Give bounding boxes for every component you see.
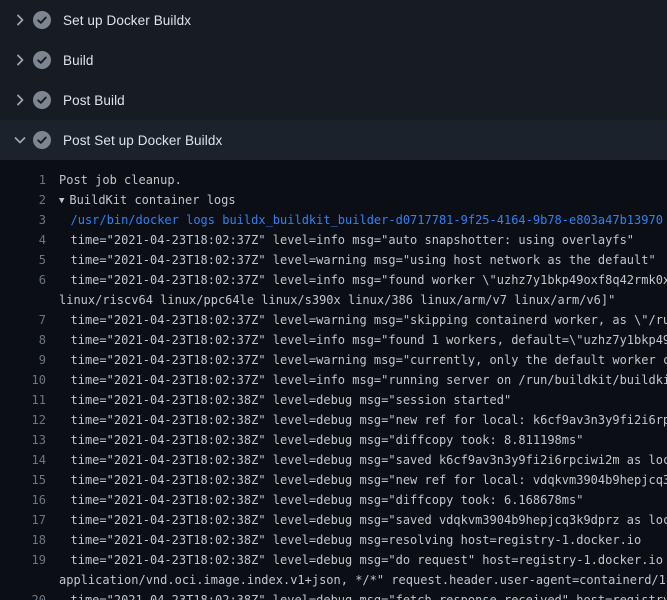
- log-text: ▼ BuildKit container logs: [46, 190, 236, 210]
- line-number[interactable]: 19: [0, 550, 46, 570]
- line-number[interactable]: 17: [0, 510, 46, 530]
- step-header-post-build[interactable]: Post Build: [0, 80, 667, 120]
- log-text: linux/riscv64 linux/ppc64le linux/s390x …: [46, 290, 615, 310]
- line-number[interactable]: 9: [0, 350, 46, 370]
- log-line: 18 time="2021-04-23T18:02:38Z" level=deb…: [0, 530, 667, 550]
- line-number[interactable]: 3: [0, 210, 46, 230]
- line-number[interactable]: 1: [0, 170, 46, 190]
- check-circle-icon: [33, 51, 51, 69]
- log-line: 9 time="2021-04-23T18:02:37Z" level=warn…: [0, 350, 667, 370]
- log-text: time="2021-04-23T18:02:38Z" level=debug …: [46, 410, 667, 430]
- log-line: 12 time="2021-04-23T18:02:38Z" level=deb…: [0, 410, 667, 430]
- log-line: 7 time="2021-04-23T18:02:37Z" level=warn…: [0, 310, 667, 330]
- log-text: time="2021-04-23T18:02:37Z" level=info m…: [46, 230, 634, 250]
- line-number[interactable]: 8: [0, 330, 46, 350]
- log-line: linux/riscv64 linux/ppc64le linux/s390x …: [0, 290, 667, 310]
- log-line: 19 time="2021-04-23T18:02:38Z" level=deb…: [0, 550, 667, 570]
- log-line: 16 time="2021-04-23T18:02:38Z" level=deb…: [0, 490, 667, 510]
- step-label: Set up Docker Buildx: [63, 13, 191, 28]
- log-text: time="2021-04-23T18:02:37Z" level=warnin…: [46, 350, 667, 370]
- log-text: time="2021-04-23T18:02:38Z" level=debug …: [46, 590, 667, 600]
- chevron-icon: [12, 92, 28, 108]
- line-number[interactable]: 7: [0, 310, 46, 330]
- line-number[interactable]: 5: [0, 250, 46, 270]
- log-text: time="2021-04-23T18:02:37Z" level=info m…: [46, 330, 667, 350]
- log-line: 15 time="2021-04-23T18:02:38Z" level=deb…: [0, 470, 667, 490]
- line-number[interactable]: 18: [0, 530, 46, 550]
- check-circle-icon: [33, 11, 51, 29]
- line-number[interactable]: 2: [0, 190, 46, 210]
- log-text: time="2021-04-23T18:02:38Z" level=debug …: [46, 490, 583, 510]
- steps-list: Set up Docker Buildx Build P: [0, 0, 667, 160]
- log-line: 6 time="2021-04-23T18:02:37Z" level=info…: [0, 270, 667, 290]
- line-number[interactable]: [0, 570, 46, 590]
- log-text: time="2021-04-23T18:02:38Z" level=debug …: [46, 450, 667, 470]
- line-number[interactable]: 10: [0, 370, 46, 390]
- chevron-icon: [12, 132, 28, 148]
- log-panel: 1 Post job cleanup. 2 ▼ BuildKit containe…: [0, 160, 667, 600]
- chevron-icon: [12, 12, 28, 28]
- workflow-log-viewer: Set up Docker Buildx Build P: [0, 0, 667, 600]
- log-text: time="2021-04-23T18:02:38Z" level=debug …: [46, 530, 641, 550]
- line-number[interactable]: 14: [0, 450, 46, 470]
- line-number[interactable]: 16: [0, 490, 46, 510]
- log-line: 14 time="2021-04-23T18:02:38Z" level=deb…: [0, 450, 667, 470]
- log-line: 1 Post job cleanup.: [0, 170, 667, 190]
- command-link[interactable]: /usr/bin/docker logs buildx_buildkit_bui…: [46, 210, 663, 230]
- log-line: 10 time="2021-04-23T18:02:37Z" level=inf…: [0, 370, 667, 390]
- line-number[interactable]: [0, 290, 46, 310]
- chevron-icon: [12, 52, 28, 68]
- line-number[interactable]: 15: [0, 470, 46, 490]
- log-text: time="2021-04-23T18:02:37Z" level=info m…: [46, 370, 667, 390]
- group-label: BuildKit container logs: [69, 193, 235, 207]
- line-number[interactable]: 11: [0, 390, 46, 410]
- group-collapse-triangle-icon[interactable]: ▼: [59, 191, 64, 210]
- log-text: time="2021-04-23T18:02:37Z" level=info m…: [46, 270, 667, 290]
- log-text: time="2021-04-23T18:02:38Z" level=debug …: [46, 470, 667, 490]
- step-label: Post Set up Docker Buildx: [63, 133, 222, 148]
- line-number[interactable]: 4: [0, 230, 46, 250]
- step-header-build[interactable]: Build: [0, 40, 667, 80]
- step-header-post-set-up-docker-buildx[interactable]: Post Set up Docker Buildx: [0, 120, 667, 160]
- step-label: Post Build: [63, 93, 125, 108]
- log-text: Post job cleanup.: [46, 170, 182, 190]
- check-circle-icon: [33, 91, 51, 109]
- log-line: application/vnd.oci.image.index.v1+json,…: [0, 570, 667, 590]
- log-line: 20 time="2021-04-23T18:02:38Z" level=deb…: [0, 590, 667, 600]
- step-header-set-up-docker-buildx[interactable]: Set up Docker Buildx: [0, 0, 667, 40]
- line-number[interactable]: 6: [0, 270, 46, 290]
- line-number[interactable]: 20: [0, 590, 46, 600]
- step-label: Build: [63, 53, 94, 68]
- log-text: time="2021-04-23T18:02:38Z" level=debug …: [46, 510, 667, 530]
- log-line: 4 time="2021-04-23T18:02:37Z" level=info…: [0, 230, 667, 250]
- line-number[interactable]: 12: [0, 410, 46, 430]
- log-text: time="2021-04-23T18:02:38Z" level=debug …: [46, 390, 511, 410]
- log-text: time="2021-04-23T18:02:38Z" level=debug …: [46, 430, 583, 450]
- log-group-toggle[interactable]: 2 ▼ BuildKit container logs: [0, 190, 667, 210]
- log-line: 5 time="2021-04-23T18:02:37Z" level=warn…: [0, 250, 667, 270]
- log-line: 13 time="2021-04-23T18:02:38Z" level=deb…: [0, 430, 667, 450]
- log-text: time="2021-04-23T18:02:38Z" level=debug …: [46, 550, 667, 570]
- log-text: application/vnd.oci.image.index.v1+json,…: [46, 570, 667, 590]
- log-text: time="2021-04-23T18:02:37Z" level=warnin…: [46, 250, 656, 270]
- log-line: 8 time="2021-04-23T18:02:37Z" level=info…: [0, 330, 667, 350]
- check-circle-icon: [33, 131, 51, 149]
- line-number[interactable]: 13: [0, 430, 46, 450]
- log-text: time="2021-04-23T18:02:37Z" level=warnin…: [46, 310, 667, 330]
- log-line: 11 time="2021-04-23T18:02:38Z" level=deb…: [0, 390, 667, 410]
- log-line: 17 time="2021-04-23T18:02:38Z" level=deb…: [0, 510, 667, 530]
- log-line: 3 /usr/bin/docker logs buildx_buildkit_b…: [0, 210, 667, 230]
